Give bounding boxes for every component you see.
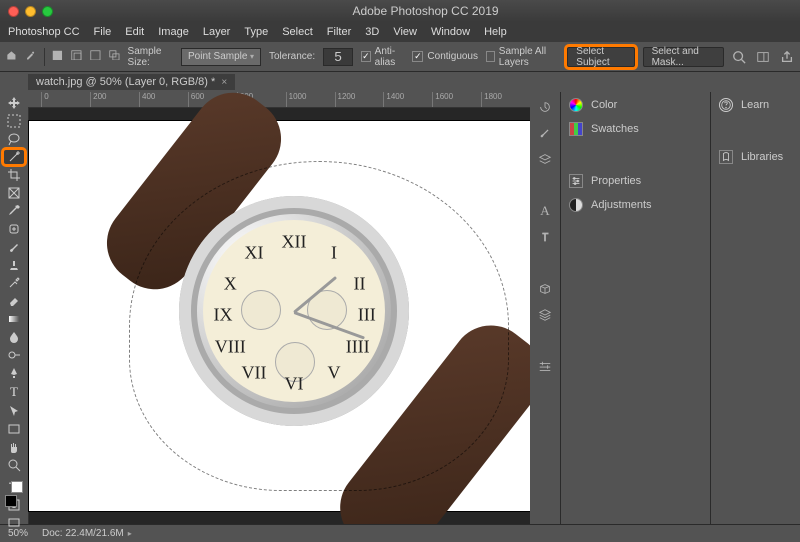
properties-panel[interactable]: Properties [569, 174, 702, 188]
contiguous-checkbox[interactable]: Contiguous [412, 51, 478, 62]
menu-filter[interactable]: Filter [327, 26, 351, 38]
minimize-window-icon[interactable] [25, 6, 36, 17]
selection-subtract-icon[interactable] [90, 50, 101, 64]
status-bar: 50% Doc: 22.4M/21.6M▸ [0, 524, 800, 542]
move-tool[interactable] [4, 96, 24, 110]
zoom-level[interactable]: 50% [8, 528, 28, 539]
color-icon [569, 98, 583, 112]
libraries-icon [719, 150, 733, 164]
package-icon[interactable] [538, 282, 552, 296]
close-window-icon[interactable] [8, 6, 19, 17]
type-tool[interactable]: T [4, 384, 24, 400]
menu-view[interactable]: View [393, 26, 417, 38]
path-selection-tool[interactable] [4, 404, 24, 418]
maximize-window-icon[interactable] [42, 6, 53, 17]
menu-image[interactable]: Image [158, 26, 189, 38]
blur-tool[interactable] [4, 330, 24, 344]
swatches-panel[interactable]: Swatches [569, 122, 702, 136]
menu-photoshop[interactable]: Photoshop CC [8, 26, 80, 38]
workspace: T ⋯ 020040060080010001200140016001800 [0, 92, 800, 524]
menu-edit[interactable]: Edit [125, 26, 144, 38]
history-brush-tool[interactable] [4, 276, 24, 290]
clone-stamp-tool[interactable] [4, 258, 24, 272]
menu-layer[interactable]: Layer [203, 26, 231, 38]
gradient-tool[interactable] [4, 312, 24, 326]
paragraph-panel-icon[interactable] [538, 230, 552, 244]
window-title: Adobe Photoshop CC 2019 [59, 4, 792, 18]
zoom-tool[interactable] [4, 458, 24, 472]
workspace-icon[interactable] [756, 50, 770, 64]
menu-select[interactable]: Select [282, 26, 313, 38]
artboard: XII I II III IIII V VI VII VIII IX X XI [29, 121, 530, 511]
document-tabstrip: watch.jpg @ 50% (Layer 0, RGB/8) * × [0, 72, 800, 92]
brush-tool[interactable] [4, 240, 24, 254]
tolerance-input[interactable] [323, 48, 353, 66]
menu-type[interactable]: Type [244, 26, 268, 38]
selection-add-icon[interactable] [71, 50, 82, 64]
app-menubar: Photoshop CC File Edit Image Layer Type … [0, 22, 800, 42]
align-icon[interactable] [538, 360, 552, 374]
doc-size[interactable]: Doc: 22.4M/21.6M▸ [42, 528, 132, 539]
menu-file[interactable]: File [94, 26, 112, 38]
tolerance-label: Tolerance: [269, 51, 315, 62]
eyedropper-tool[interactable] [4, 204, 24, 218]
layer-comps-icon[interactable] [538, 308, 552, 322]
brush-panel-icon[interactable] [538, 126, 552, 140]
layers-panel-icon[interactable] [538, 152, 552, 166]
dodge-tool[interactable] [4, 348, 24, 362]
close-tab-icon[interactable]: × [221, 77, 227, 88]
menu-3d[interactable]: 3D [365, 26, 379, 38]
healing-brush-tool[interactable] [4, 222, 24, 236]
ruler-horizontal: 020040060080010001200140016001800 [28, 92, 530, 108]
select-and-mask-button[interactable]: Select and Mask... [643, 47, 724, 67]
sample-all-layers-checkbox[interactable]: Sample All Layers [486, 46, 559, 68]
lasso-tool[interactable] [4, 132, 24, 146]
learn-panel[interactable]: Learn [719, 98, 792, 112]
character-panel-icon[interactable]: A [538, 204, 552, 218]
canvas-stage[interactable]: XII I II III IIII V VI VII VIII IX X XI [29, 108, 530, 524]
eraser-tool[interactable] [4, 294, 24, 308]
sample-size-dropdown[interactable]: Point Sample▾ [181, 48, 261, 66]
sample-size-label: Sample Size: [128, 46, 173, 68]
adjustments-icon [569, 198, 583, 212]
right-panels: Color Swatches Properties Adjustments [560, 92, 710, 524]
libraries-panel[interactable]: Libraries [719, 150, 792, 164]
rectangle-tool[interactable] [4, 422, 24, 436]
crop-tool[interactable] [4, 168, 24, 182]
canvas-area: 020040060080010001200140016001800 XII I [28, 92, 530, 524]
options-bar: Sample Size: Point Sample▾ Tolerance: An… [0, 42, 800, 72]
color-panel[interactable]: Color [569, 98, 702, 112]
anti-alias-checkbox[interactable]: Anti-alias [361, 46, 404, 68]
selection-new-icon[interactable] [52, 50, 63, 64]
history-icon[interactable] [538, 100, 552, 114]
adjustments-panel[interactable]: Adjustments [569, 198, 702, 212]
selection-marquee [129, 161, 509, 491]
search-icon[interactable] [732, 50, 746, 64]
pen-tool[interactable] [4, 366, 24, 380]
document-tab[interactable]: watch.jpg @ 50% (Layer 0, RGB/8) * × [28, 74, 235, 90]
frame-tool[interactable] [4, 186, 24, 200]
tools-panel: T ⋯ [0, 92, 28, 524]
swatches-icon [569, 122, 583, 136]
menu-help[interactable]: Help [484, 26, 507, 38]
home-icon[interactable] [6, 50, 17, 64]
right-panels-2: Learn Libraries [710, 92, 800, 524]
magic-wand-tool[interactable] [4, 150, 24, 164]
select-subject-button[interactable]: Select Subject [567, 47, 634, 67]
selection-intersect-icon[interactable] [109, 50, 120, 64]
hand-tool[interactable] [4, 440, 24, 454]
document-tab-label: watch.jpg @ 50% (Layer 0, RGB/8) * [36, 76, 215, 88]
menu-window[interactable]: Window [431, 26, 470, 38]
share-icon[interactable] [780, 50, 794, 64]
learn-icon [719, 98, 733, 112]
properties-icon [569, 174, 583, 188]
window-titlebar: Adobe Photoshop CC 2019 [0, 0, 800, 22]
marquee-tool[interactable] [4, 114, 24, 128]
tool-preset-icon[interactable] [25, 50, 36, 64]
right-icon-dock: A [530, 92, 560, 524]
